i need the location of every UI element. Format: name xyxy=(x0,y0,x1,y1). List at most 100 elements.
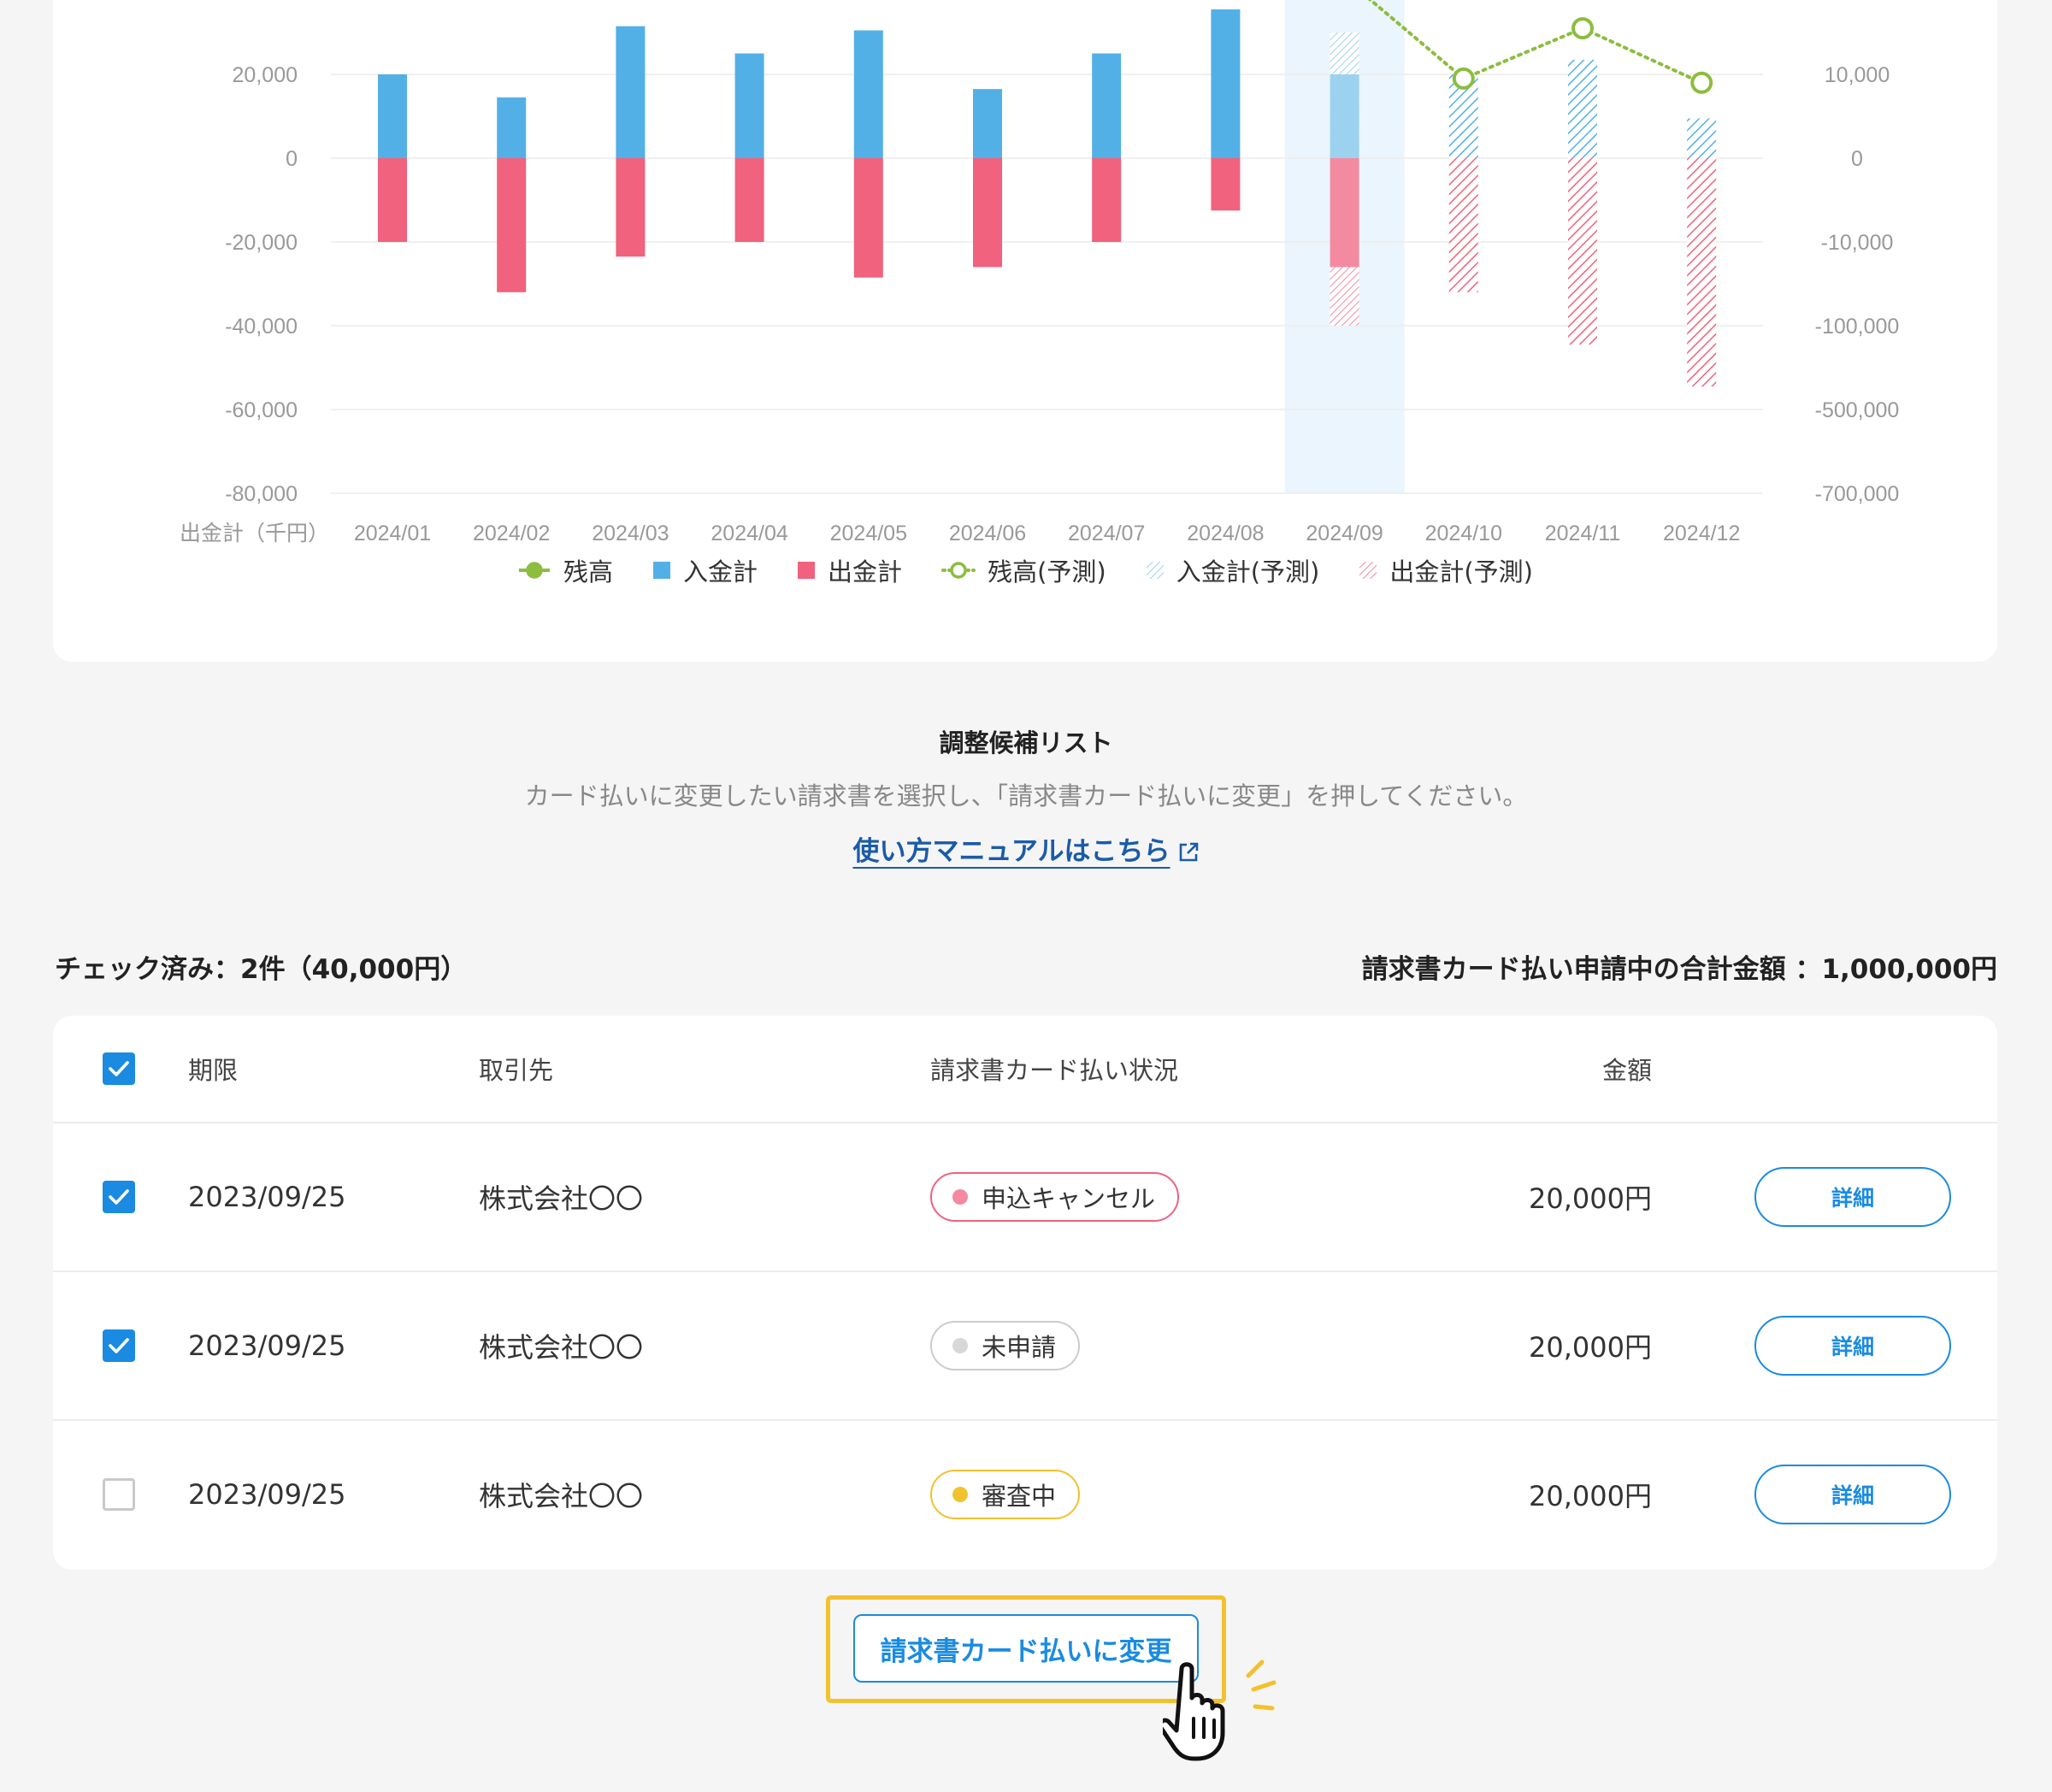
status-badge-cell: 未申請 xyxy=(930,1321,1081,1371)
bar-inflow xyxy=(734,53,764,158)
total-summary: 請求書カード払い申請中の合計金額 ：1,000,000円 xyxy=(1361,954,1997,985)
bar-outflow xyxy=(1330,158,1359,268)
bar-inflow xyxy=(1211,9,1241,158)
balance-forecast-point xyxy=(1571,17,1594,40)
x-tick-label: 2024/10 xyxy=(1425,522,1502,545)
row-vendor: 株式会社〇〇 xyxy=(479,1480,644,1512)
cashflow-chart-card: 20,000 10,000 0 0 -20,000 -10,000 -40,000 -100,… xyxy=(53,0,1997,662)
checkmark-icon xyxy=(109,1061,129,1076)
legend-swatch xyxy=(1146,562,1164,579)
legend-swatch xyxy=(941,562,976,579)
left-tick-label: -20,000 xyxy=(225,231,298,255)
bar-outflow-forecast xyxy=(1448,158,1478,292)
checkmark-icon xyxy=(109,1189,129,1205)
bar-outflow xyxy=(734,158,764,242)
legend-label: 出金計(予測) xyxy=(1389,557,1533,587)
row-vendor: 株式会社〇〇 xyxy=(479,1182,644,1215)
legend-label: 残高(予測) xyxy=(988,557,1106,587)
status-dot xyxy=(952,1338,968,1353)
row-checkbox[interactable] xyxy=(103,1329,135,1362)
bar-outflow xyxy=(1092,158,1122,242)
detail-button[interactable]: 詳細 xyxy=(1754,1465,1951,1524)
hand-pointer-icon xyxy=(1158,1659,1300,1782)
x-tick-label: 2024/09 xyxy=(1306,522,1383,545)
balance-forecast-point xyxy=(1690,71,1713,94)
row-checkbox[interactable] xyxy=(103,1181,135,1213)
bar-outflow xyxy=(1211,158,1241,211)
invoice-table: 期限 取引先 請求書カード払い状況 金額 2023/09/25 株式会社〇〇 申… xyxy=(53,1016,1997,1570)
status-label: 申込キャンセル xyxy=(982,1184,1156,1213)
bar-outflow-forecast xyxy=(1568,158,1597,345)
row-date: 2023/09/25 xyxy=(188,1478,346,1511)
bar-inflow-forecast xyxy=(1568,59,1597,158)
header-status: 請求書カード払い状況 xyxy=(930,1056,1179,1085)
x-tick-label: 2024/07 xyxy=(1068,522,1145,545)
status-dot xyxy=(952,1487,968,1502)
table-header: 期限 取引先 請求書カード払い状況 金額 xyxy=(53,1016,1997,1123)
manual-link-wrapper: 使い方マニュアルはこちら xyxy=(0,829,2052,870)
right-tick-label: -10,000 xyxy=(1821,231,1894,255)
legend-swatch xyxy=(798,562,816,579)
bar-outflow xyxy=(497,158,527,292)
table-row: 2023/09/25 株式会社〇〇 申込キャンセル 20,000円 詳細 xyxy=(53,1123,1997,1272)
status-dot xyxy=(952,1189,968,1205)
status-label: 審査中 xyxy=(982,1482,1057,1511)
detail-button[interactable]: 詳細 xyxy=(1754,1167,1951,1227)
bar-outflow xyxy=(973,158,1002,268)
status-badge-cell: 審査中 xyxy=(930,1470,1081,1519)
right-tick-label: -700,000 xyxy=(1815,482,1900,506)
legend-item: 出金計 xyxy=(797,552,902,588)
manual-link-label: 使い方マニュアルはこちら xyxy=(852,836,1170,867)
x-tick-label: 2024/06 xyxy=(949,522,1026,545)
row-date: 2023/09/25 xyxy=(188,1181,346,1213)
legend-item: 入金計(予測) xyxy=(1146,552,1320,588)
row-amount: 20,000円 xyxy=(1529,1182,1652,1215)
left-tick-label: -80,000 xyxy=(225,482,298,506)
legend-swatch xyxy=(1359,562,1377,579)
detail-button[interactable]: 詳細 xyxy=(1754,1316,1951,1376)
x-tick-label: 2024/05 xyxy=(830,522,907,545)
header-date: 期限 xyxy=(188,1056,239,1085)
select-all-checkbox[interactable] xyxy=(103,1052,135,1085)
bar-inflow xyxy=(1330,74,1359,158)
header-vendor: 取引先 xyxy=(479,1056,554,1085)
legend-item: 残高(予測) xyxy=(941,552,1106,588)
legend-item: 残高 xyxy=(517,552,613,588)
legend-label: 残高 xyxy=(563,557,614,587)
checked-summary: チェック済み：2件（40,000円） xyxy=(55,954,468,985)
legend-label: 入金計(予測) xyxy=(1176,557,1320,587)
row-checkbox[interactable] xyxy=(103,1478,135,1511)
manual-link[interactable]: 使い方マニュアルはこちら xyxy=(852,836,1199,867)
cashflow-chart: 20,000 10,000 0 0 -20,000 -10,000 -40,000 -100,… xyxy=(180,0,1900,545)
external-link-icon xyxy=(1177,840,1200,870)
right-tick-label: 0 xyxy=(1851,147,1863,171)
section-title: 調整候補リスト xyxy=(939,728,1113,757)
bar-inflow xyxy=(497,97,527,158)
x-tick-label: 2024/12 xyxy=(1663,522,1740,545)
row-amount: 20,000円 xyxy=(1529,1480,1652,1512)
change-to-card-payment-button[interactable]: 請求書カード払いに変更 xyxy=(853,1614,1199,1683)
left-tick-label: 0 xyxy=(286,147,298,171)
x-tick-label: 2024/02 xyxy=(473,522,550,545)
x-tick-label: 2024/04 xyxy=(711,522,787,545)
header-amount: 金額 xyxy=(1601,1056,1652,1085)
legend-label: 入金計 xyxy=(683,557,758,587)
table-row: 2023/09/25 株式会社〇〇 審査中 20,000円 詳細 xyxy=(53,1421,1997,1568)
legend-swatch xyxy=(519,562,551,579)
left-tick-label: 20,000 xyxy=(233,63,298,87)
bar-inflow xyxy=(378,74,407,158)
balance-forecast-point xyxy=(1452,67,1475,90)
x-tick-label: 2024/01 xyxy=(354,522,431,545)
status-badge: 未申請 xyxy=(930,1321,1081,1371)
bar-outflow-forecast xyxy=(1687,158,1717,387)
legend-swatch xyxy=(653,562,671,579)
status-label: 未申請 xyxy=(982,1333,1057,1362)
bar-inflow-forecast xyxy=(1687,118,1717,158)
table-row: 2023/09/25 株式会社〇〇 未申請 20,000円 詳細 xyxy=(53,1272,1997,1421)
legend-item: 入金計 xyxy=(652,552,758,588)
bar-inflow xyxy=(973,89,1002,158)
row-amount: 20,000円 xyxy=(1529,1331,1652,1364)
bar-outflow xyxy=(378,158,407,242)
right-tick-label: -100,000 xyxy=(1815,315,1900,339)
legend-label: 出金計 xyxy=(828,557,903,587)
